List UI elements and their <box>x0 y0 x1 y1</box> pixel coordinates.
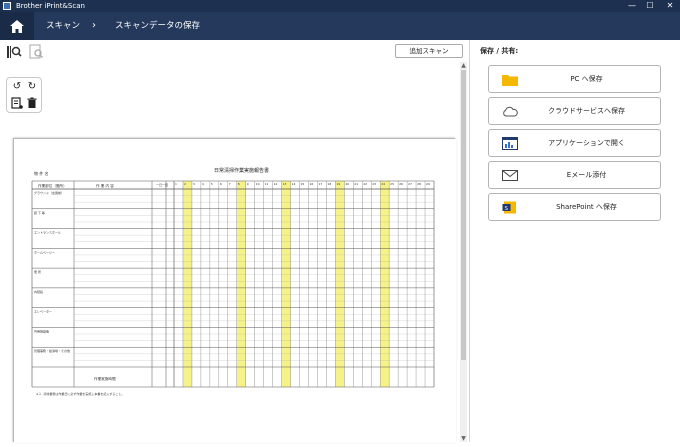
app-window-icon <box>502 137 518 150</box>
scanned-document-image: 物 件 名 日常清掃作業実施報告書 作業部位（箇所） 作 業 内 容 一日一回 … <box>14 139 456 443</box>
window-titlebar: Brother iPrint&Scan — ☐ ✕ <box>0 0 680 12</box>
delete-icon[interactable] <box>26 97 38 109</box>
svg-text:11: 11 <box>265 182 269 186</box>
page-zoom-icon[interactable] <box>28 44 44 60</box>
doc-footer-row: 作業実施時間 <box>94 376 116 381</box>
svg-text:24: 24 <box>381 182 385 186</box>
svg-text:8: 8 <box>238 182 240 186</box>
svg-text:S: S <box>505 206 509 212</box>
svg-text:ホームページー: ホームページー <box>34 249 55 254</box>
svg-text:5: 5 <box>211 182 213 186</box>
doc-col-area: 作業部位（箇所） <box>38 183 67 188</box>
cloud-icon <box>503 106 518 117</box>
breadcrumb-separator-icon: › <box>92 20 96 31</box>
window-title: Brother iPrint&Scan <box>16 2 85 10</box>
minimize-button[interactable]: — <box>624 0 640 12</box>
svg-text:27: 27 <box>408 182 412 186</box>
scanned-page-preview: 物 件 名 日常清掃作業実施報告書 作業部位（箇所） 作 業 内 容 一日一回 … <box>13 138 456 443</box>
email-attach-button[interactable]: Eメール添付 <box>488 161 661 189</box>
home-button[interactable] <box>0 12 34 40</box>
svg-text:内階段: 内階段 <box>34 289 43 294</box>
save-share-title: 保存 / 共有: <box>480 47 519 55</box>
svg-text:管理事務・給湯場・その他: 管理事務・給湯場・その他 <box>34 348 70 353</box>
svg-text:便 所: 便 所 <box>34 269 41 274</box>
svg-text:4: 4 <box>202 182 204 186</box>
svg-text:22: 22 <box>363 182 367 186</box>
scroll-up-icon[interactable]: ▲ <box>460 62 467 69</box>
home-icon <box>10 19 24 33</box>
doc-property-label: 物 件 名 <box>34 170 49 176</box>
svg-text:17: 17 <box>318 182 322 186</box>
svg-text:18: 18 <box>327 182 331 186</box>
svg-text:29: 29 <box>426 182 430 186</box>
sharepoint-icon: S <box>502 201 516 214</box>
doc-col-content: 作 業 内 容 <box>96 183 114 188</box>
scroll-down-icon[interactable]: ▼ <box>460 435 467 442</box>
mail-icon <box>502 170 518 181</box>
svg-text:エントランスホール: エントランスホール <box>34 230 61 235</box>
doc-note: ※１. 清掃業務は作業日に必ず作業を実施し本書を記入すること。 <box>36 391 124 396</box>
svg-text:9: 9 <box>247 182 249 186</box>
open-in-app-button[interactable]: アプリケーションで開く <box>488 129 661 157</box>
preview-pane: 追加スキャン ↺ ↻ 物 件 名 日常清掃作業実施報告書 作業部位（箇所） 作 … <box>0 40 470 443</box>
scrollbar-thumb[interactable] <box>461 70 466 360</box>
maximize-button[interactable]: ☐ <box>642 0 658 12</box>
svg-text:16: 16 <box>309 182 313 186</box>
breadcrumb-bar: スキャン › スキャンデータの保存 <box>0 12 680 40</box>
save-to-cloud-button[interactable]: クラウドサービスへ保存 <box>488 97 661 125</box>
svg-text:エレベーター: エレベーター <box>34 309 52 314</box>
svg-text:7: 7 <box>229 182 231 186</box>
svg-text:3: 3 <box>193 182 195 186</box>
preview-scrollbar[interactable]: ▲ ▼ <box>460 62 467 442</box>
doc-title: 日常清掃作業実施報告書 <box>214 167 269 174</box>
svg-text:28: 28 <box>417 182 421 186</box>
svg-text:20: 20 <box>345 182 349 186</box>
breadcrumb-scan[interactable]: スキャン <box>46 12 80 40</box>
svg-text:2: 2 <box>184 182 186 186</box>
page-tools-panel: ↺ ↻ <box>6 77 42 113</box>
svg-text:共用施設等: 共用施設等 <box>34 328 49 333</box>
email-attach-label: Eメール添付 <box>566 171 607 179</box>
svg-text:6: 6 <box>220 182 222 186</box>
svg-text:グラウンド（玄関前）: グラウンド（玄関前） <box>34 190 64 195</box>
svg-text:21: 21 <box>354 182 358 186</box>
save-share-pane: 保存 / 共有: PC へ保存 クラウドサービスへ保存 アプリケーションで開く … <box>471 40 680 442</box>
svg-text:14: 14 <box>292 182 296 186</box>
save-to-sharepoint-button[interactable]: S SharePoint へ保存 <box>488 193 661 221</box>
open-in-app-label: アプリケーションで開く <box>548 139 625 147</box>
svg-text:1: 1 <box>175 182 177 186</box>
rotate-left-icon[interactable]: ↺ <box>11 81 23 93</box>
scan-search-icon[interactable] <box>6 44 22 60</box>
svg-text:10: 10 <box>256 182 260 186</box>
app-icon <box>3 2 11 10</box>
add-scan-button[interactable]: 追加スキャン <box>395 44 463 58</box>
breadcrumb-save-scan-data: スキャンデータの保存 <box>115 21 201 31</box>
svg-text:15: 15 <box>301 182 305 186</box>
page-edit-icon[interactable] <box>11 97 23 109</box>
save-to-cloud-label: クラウドサービスへ保存 <box>548 107 625 115</box>
save-to-sharepoint-label: SharePoint へ保存 <box>556 203 617 211</box>
svg-text:19: 19 <box>336 182 340 186</box>
svg-text:廊 下 等: 廊 下 等 <box>34 210 45 215</box>
svg-text:25: 25 <box>390 182 394 186</box>
svg-text:23: 23 <box>372 182 376 186</box>
svg-text:26: 26 <box>399 182 403 186</box>
close-button[interactable]: ✕ <box>662 0 678 12</box>
rotate-right-icon[interactable]: ↻ <box>26 81 38 93</box>
svg-text:12: 12 <box>274 182 278 186</box>
folder-icon <box>502 75 518 86</box>
save-to-pc-button[interactable]: PC へ保存 <box>488 65 661 93</box>
svg-text:13: 13 <box>283 182 287 186</box>
save-to-pc-label: PC へ保存 <box>570 75 603 83</box>
